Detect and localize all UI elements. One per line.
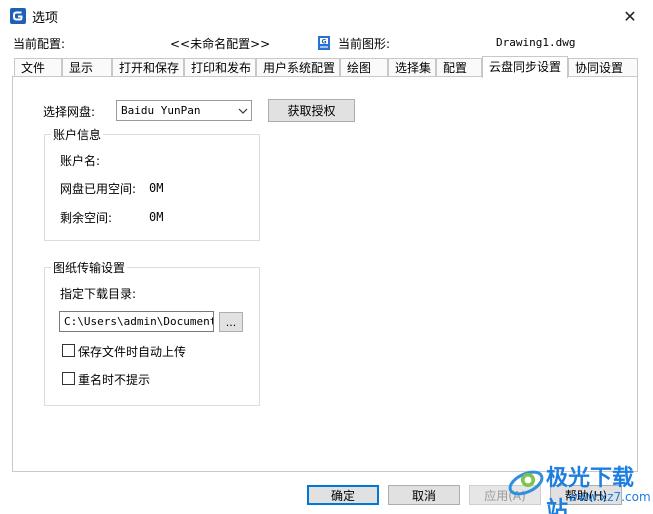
- tab-plot-publish[interactable]: 打印和发布: [184, 58, 256, 77]
- close-button[interactable]: ✕: [607, 0, 653, 32]
- cloud-disk-label: 选择网盘:: [43, 105, 96, 119]
- download-dir-input[interactable]: C:\Users\admin\Documents\: [59, 311, 214, 332]
- tab-bar: 文件 显示 打开和保存 打印和发布 用户系统配置 绘图 选择集 配置 云盘同步设…: [12, 56, 640, 78]
- chevron-down-icon: [238, 108, 248, 114]
- current-drawing-label: 当前图形:: [338, 37, 391, 51]
- remaining-space-label: 剩余空间:: [60, 211, 113, 225]
- tab-drafting[interactable]: 绘图: [340, 58, 388, 77]
- no-rename-prompt-checkbox[interactable]: [62, 372, 75, 385]
- authorize-button[interactable]: 获取授权: [268, 99, 355, 122]
- watermark-url: www.xz7.com: [568, 490, 651, 504]
- used-space-value: 0M: [149, 181, 164, 195]
- tab-selection[interactable]: 选择集: [388, 58, 436, 77]
- tab-user-preferences[interactable]: 用户系统配置: [256, 58, 340, 77]
- watermark-text: 极光下载站: [546, 466, 635, 514]
- title-bar: 选项 ✕: [0, 0, 653, 32]
- tab-display[interactable]: 显示: [62, 58, 112, 77]
- tab-file[interactable]: 文件: [14, 58, 62, 77]
- app-logo-icon: [10, 8, 26, 24]
- browse-button[interactable]: ...: [219, 312, 243, 332]
- account-info-title: 账户信息: [51, 126, 104, 143]
- cloud-disk-select[interactable]: Baidu YunPan: [116, 100, 252, 121]
- current-drawing-value: Drawing1.dwg: [496, 36, 576, 49]
- transfer-settings-title: 图纸传输设置: [51, 259, 128, 276]
- svg-text:G: G: [322, 39, 327, 46]
- tab-profiles[interactable]: 配置: [436, 58, 482, 77]
- window-title: 选项: [32, 11, 59, 26]
- auto-upload-checkbox[interactable]: [62, 344, 75, 357]
- used-space-label: 网盘已用空间:: [60, 182, 137, 196]
- watermark: 极光下载站 www.xz7.com: [506, 455, 652, 514]
- drawing-file-icon: G: [318, 36, 330, 50]
- current-profile-value: <<未命名配置>>: [170, 37, 271, 51]
- current-profile-label: 当前配置:: [13, 37, 66, 51]
- watermark-logo-icon: [508, 470, 544, 496]
- ok-button[interactable]: 确定: [307, 485, 379, 505]
- cloud-disk-value: Baidu YunPan: [121, 104, 201, 117]
- remaining-space-value: 0M: [149, 210, 164, 224]
- tab-collaboration[interactable]: 协同设置: [568, 58, 638, 77]
- cancel-button[interactable]: 取消: [388, 485, 460, 505]
- account-name-label: 账户名:: [60, 154, 101, 168]
- tab-cloud-sync[interactable]: 云盘同步设置: [482, 56, 568, 78]
- auto-upload-label: 保存文件时自动上传: [78, 345, 187, 359]
- no-rename-prompt-label: 重名时不提示: [78, 373, 151, 387]
- tab-open-save[interactable]: 打开和保存: [112, 58, 184, 77]
- download-dir-label: 指定下载目录:: [60, 287, 137, 301]
- close-icon: ✕: [623, 6, 637, 26]
